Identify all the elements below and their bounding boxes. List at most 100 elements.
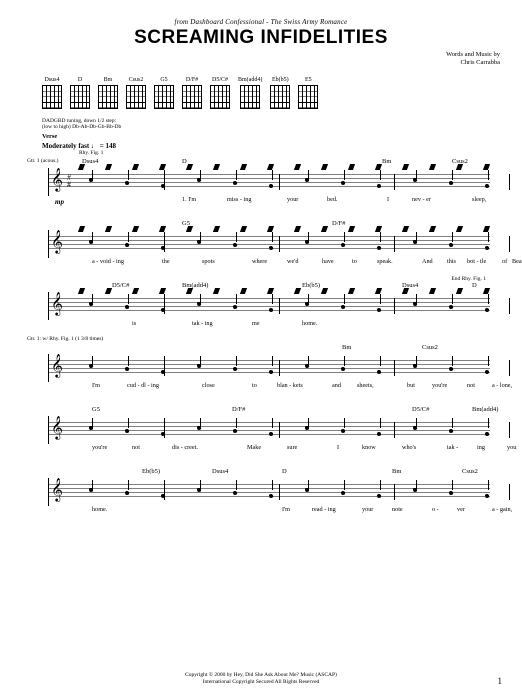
lyric-syllable: And bbox=[422, 258, 433, 265]
chord-name: Bm(add4) bbox=[238, 77, 262, 83]
chord-diagram: Eb(b5) bbox=[270, 77, 290, 110]
lyric-syllable: your bbox=[362, 506, 373, 513]
chord-grid bbox=[210, 85, 230, 109]
lyric-syllable: cud - dl - ing bbox=[127, 382, 159, 389]
chord-symbol: D/F# bbox=[232, 406, 245, 413]
lyric-syllable: a - lone, bbox=[492, 382, 512, 389]
guitar-label: Gtr. 1 (acous.) bbox=[27, 158, 58, 164]
staff-system: G5D/F#D5/C#Bm(add4)𝄞you'renotdis - creet… bbox=[22, 406, 500, 454]
lyric-syllable: nev - er bbox=[412, 196, 431, 203]
copyright-footer: Copyright © 2000 by Hey, Did She Ask Abo… bbox=[0, 672, 522, 686]
lyric-syllable: we'd bbox=[287, 258, 298, 265]
lyrics-row: you'renotdis - creet.MakesureIknowwho'st… bbox=[52, 444, 500, 454]
lyric-syllable: note bbox=[392, 506, 403, 513]
chord-diagram-row: Dsus4DBmCsus2G5D/F#D5/C#Bm(add4)Eb(b5)E5 bbox=[42, 77, 500, 110]
lyric-syllable: sure bbox=[287, 444, 297, 451]
lyric-syllable: spots bbox=[202, 258, 215, 265]
lyric-syllable: I'm bbox=[92, 382, 100, 389]
music-systems: Dsus4DBmCsus2𝄞##mpGtr. 1 (acous.)Rhy. Fi… bbox=[22, 158, 500, 516]
credits: Words and Music by Chris Carrabba bbox=[22, 51, 500, 67]
chord-symbol: D bbox=[282, 468, 287, 475]
chord-diagram: D bbox=[70, 77, 90, 110]
treble-clef: 𝄞 bbox=[51, 418, 63, 438]
chord-grid bbox=[98, 85, 118, 109]
lyric-syllable: a - void - ing bbox=[92, 258, 124, 265]
lyric-syllable: home. bbox=[92, 506, 107, 513]
chord-symbols-row: G5D/F#D5/C#Bm(add4) bbox=[52, 406, 500, 416]
chord-name: E5 bbox=[305, 77, 312, 83]
chord-symbol: Bm bbox=[392, 468, 401, 475]
lyric-syllable: sheets, bbox=[357, 382, 374, 389]
source-prefix: from Dashboard Confessional - bbox=[175, 18, 271, 26]
chord-name: D5/C# bbox=[212, 77, 228, 83]
rhythm-figure-label: Rhy. Fig. 1 bbox=[79, 150, 103, 156]
tempo-marking: Moderately fast ♩ = 148 bbox=[42, 142, 500, 150]
chord-name: D bbox=[78, 77, 82, 83]
lyric-syllable: not bbox=[467, 382, 475, 389]
lyric-syllable: know bbox=[362, 444, 376, 451]
chord-symbol: Eb(b5) bbox=[302, 282, 320, 289]
chord-grid bbox=[240, 85, 260, 109]
lyric-syllable: to bbox=[252, 382, 257, 389]
copyright-line2: International Copyright Secured All Righ… bbox=[0, 679, 522, 686]
lyric-syllable: you're bbox=[92, 444, 107, 451]
source-line: from Dashboard Confessional - The Swiss … bbox=[22, 18, 500, 26]
lyric-syllable: who's bbox=[402, 444, 416, 451]
lyric-syllable: sleep, bbox=[472, 196, 486, 203]
lyrics-row: istak - ingmehome. bbox=[52, 320, 500, 330]
chord-grid bbox=[42, 85, 62, 109]
lyric-syllable: you're bbox=[432, 382, 447, 389]
lyric-syllable: home. bbox=[302, 320, 317, 327]
chord-symbols-row: BmCsus2 bbox=[52, 344, 500, 354]
lyric-syllable: 1. I'm bbox=[182, 196, 196, 203]
chord-name: Bm bbox=[104, 77, 113, 83]
page-number: 1 bbox=[498, 676, 503, 686]
chord-symbol: D bbox=[182, 158, 187, 165]
lyric-syllable: I'm bbox=[282, 506, 290, 513]
key-signature: ## bbox=[67, 174, 71, 188]
chord-diagram: Dsus4 bbox=[42, 77, 62, 110]
end-rhythm-label: End Rhy. Fig. 1 bbox=[451, 276, 486, 282]
lyric-syllable: o - bbox=[432, 506, 439, 513]
lyric-syllable: to bbox=[352, 258, 357, 265]
lyrics-row: home.I'mread - ingyournoteo -vera - gain… bbox=[52, 506, 500, 516]
credits-line2: Chris Carrabba bbox=[22, 59, 500, 67]
lyric-syllable: this bbox=[447, 258, 456, 265]
credits-line1: Words and Music by bbox=[22, 51, 500, 59]
chord-grid bbox=[298, 85, 318, 109]
section-label: Verse bbox=[42, 133, 500, 140]
chord-diagram: E5 bbox=[298, 77, 318, 110]
lyric-syllable: bot - tle bbox=[467, 258, 486, 265]
chord-symbol: G5 bbox=[92, 406, 100, 413]
chord-name: G5 bbox=[160, 77, 167, 83]
chord-diagram: Bm(add4) bbox=[238, 77, 262, 110]
treble-clef: 𝄞 bbox=[51, 356, 63, 376]
chord-symbol: Bm bbox=[342, 344, 351, 351]
chord-name: Eb(b5) bbox=[272, 77, 289, 83]
chord-diagram: Bm bbox=[98, 77, 118, 110]
sheet-music-page: from Dashboard Confessional - The Swiss … bbox=[0, 0, 522, 542]
copyright-line1: Copyright © 2000 by Hey, Did She Ask Abo… bbox=[0, 672, 522, 679]
chord-diagram: G5 bbox=[154, 77, 174, 110]
lyric-syllable: dis - creet. bbox=[172, 444, 198, 451]
lyric-syllable: ing bbox=[477, 444, 485, 451]
treble-clef: 𝄞 bbox=[51, 294, 63, 314]
lyric-syllable: not bbox=[132, 444, 140, 451]
guitar-direction: Gtr. 1: w/ Rhy. Fig. 1 (1 3/8 times) bbox=[27, 336, 103, 342]
staff-system: Eb(b5)Dsus4DBmCsus2𝄞home.I'mread - ingyo… bbox=[22, 468, 500, 516]
chord-symbols-row: Eb(b5)Dsus4DBmCsus2 bbox=[52, 468, 500, 478]
lyrics-row: 1. I'mmiss - ingyourbed.Inev - ersleep, bbox=[52, 196, 500, 206]
chord-symbol: Bm(add4) bbox=[182, 282, 208, 289]
lyric-syllable: tak - ing bbox=[192, 320, 213, 327]
lyric-syllable: the bbox=[162, 258, 170, 265]
song-title: SCREAMING INFIDELITIES bbox=[22, 27, 500, 49]
lyric-syllable: miss - ing bbox=[227, 196, 251, 203]
tuning-line2: (low to high) Db-Ab-Db-Gb-Bb-Db bbox=[42, 124, 500, 131]
lyric-syllable: have bbox=[322, 258, 334, 265]
lyric-syllable: and bbox=[332, 382, 341, 389]
staff-system: D5/C#Bm(add4)Eb(b5)Dsus4D𝄞End Rhy. Fig. … bbox=[22, 282, 500, 330]
chord-symbol: Eb(b5) bbox=[142, 468, 160, 475]
chord-symbol: D5/C# bbox=[112, 282, 129, 289]
treble-clef: 𝄞 bbox=[51, 480, 63, 500]
lyric-syllable: but bbox=[407, 382, 415, 389]
